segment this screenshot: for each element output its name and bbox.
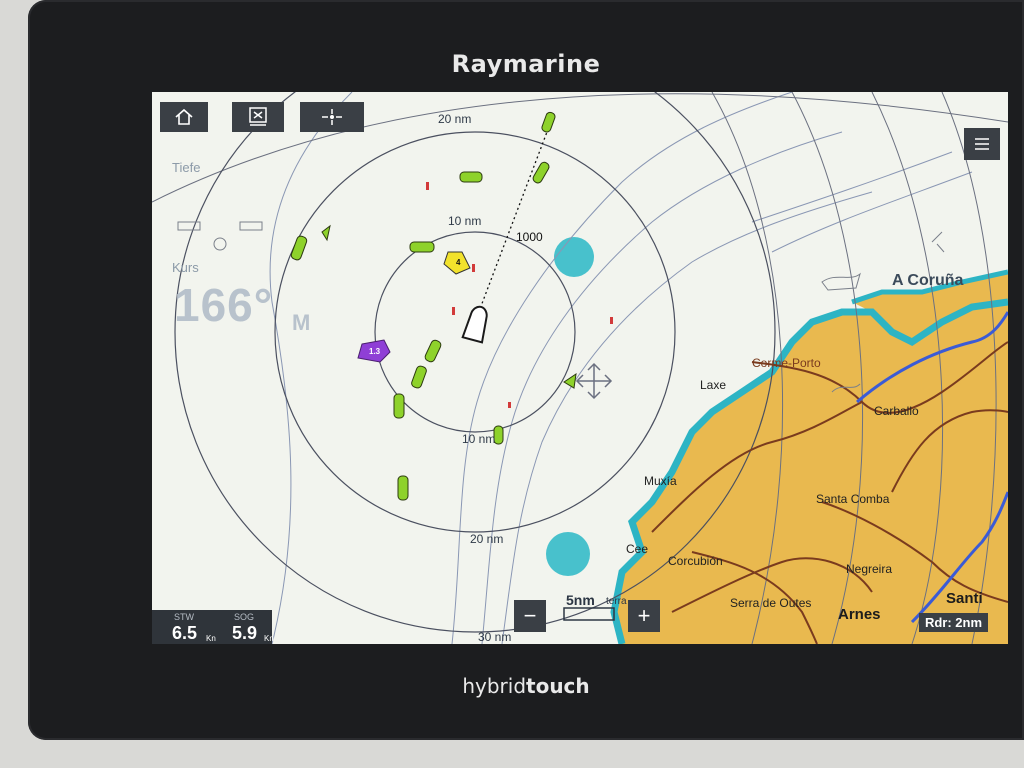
- pan-crosshair-icon: [575, 362, 613, 400]
- place-serra-de-outes: Serra de Outes: [730, 596, 812, 610]
- sog-value: 5.9: [232, 623, 258, 643]
- shallow-area-1: [554, 237, 594, 277]
- ais-target: [541, 111, 556, 133]
- ring-label-10nm-bottom: 10 nm: [462, 432, 496, 446]
- home-button[interactable]: [160, 102, 208, 132]
- ring-label-10nm-top: 10 nm: [448, 214, 482, 228]
- zoom-out-button[interactable]: −: [514, 600, 546, 632]
- ais-target: [411, 365, 427, 389]
- ais-target: [563, 372, 577, 389]
- place-corme-porto: Corme-Porto: [752, 356, 821, 370]
- sog-unit: Kn: [264, 634, 274, 643]
- ring-label-30nm-bottom: 30 nm: [478, 630, 512, 644]
- display-bezel: Raymarine Tiefe Kurs 166° M 20 nm 10 nm …: [28, 0, 1024, 740]
- ais-target: [409, 241, 435, 253]
- model-prefix: hybrid: [462, 674, 527, 698]
- heading-label: Kurs: [172, 260, 199, 275]
- zoom-in-button[interactable]: +: [628, 600, 660, 632]
- ais-target: [532, 161, 550, 184]
- place-laxe: Laxe: [700, 378, 727, 392]
- place-carballo: Carballo: [874, 404, 919, 418]
- ais-target: [393, 393, 405, 419]
- brand-logo: Raymarine: [451, 50, 601, 78]
- scale-label: 5nm: [566, 592, 595, 608]
- menu-button[interactable]: [964, 128, 1000, 160]
- place-cee: Cee: [626, 542, 649, 556]
- heading-value: 166°: [174, 279, 274, 331]
- man-overboard-icon: [249, 107, 267, 126]
- heading-distance-label: 1000: [516, 230, 543, 244]
- place-a-coruna: A Coruña: [892, 272, 964, 289]
- model-logo: hybridtouch: [28, 674, 1024, 698]
- purple-target-label: 1.3: [369, 347, 381, 356]
- chartplotter-screen[interactable]: Tiefe Kurs 166° M 20 nm 10 nm 1000 10 nm…: [152, 92, 1008, 644]
- radar-range-badge: Rdr: 2nm: [918, 613, 988, 632]
- ring-label-20nm-bottom: 20 nm: [470, 532, 504, 546]
- heading-unit: M: [292, 310, 311, 335]
- ring-label-20nm-top: 20 nm: [438, 112, 472, 126]
- waypoint-button[interactable]: [300, 102, 364, 132]
- model-suffix: touch: [526, 674, 590, 698]
- stw-unit: Kn: [206, 634, 216, 643]
- place-santi: Santi: [946, 590, 983, 607]
- ais-target: [459, 171, 483, 183]
- place-negreira: Negreira: [846, 562, 893, 576]
- mob-button[interactable]: [232, 102, 284, 132]
- waypoint-crosshair-icon: [322, 109, 342, 125]
- sog-label: SOG: [234, 612, 255, 622]
- heading-line: [474, 123, 551, 323]
- depth-label: Tiefe: [172, 160, 201, 175]
- speed-data-bar: STW 6.5 Kn SOG 5.9 Kn: [152, 610, 274, 644]
- ais-targets: [290, 111, 577, 501]
- shallow-area-2: [546, 532, 590, 576]
- ais-target: [424, 339, 442, 363]
- ais-target: [397, 475, 409, 501]
- place-corcubion: Corcubión: [668, 554, 723, 568]
- place-arnes: Arnes: [838, 606, 881, 623]
- place-muxia: Muxía: [644, 474, 677, 488]
- place-santa-comba: Santa Comba: [816, 492, 890, 506]
- own-vessel: [461, 305, 488, 344]
- stw-value: 6.5: [172, 623, 198, 643]
- stw-label: STW: [174, 612, 194, 622]
- scale-suffix: terra: [606, 596, 627, 607]
- home-icon: [175, 108, 193, 125]
- yellow-target-label: 4: [456, 258, 461, 267]
- ais-target: [321, 224, 331, 242]
- hamburger-menu-icon: [975, 138, 989, 150]
